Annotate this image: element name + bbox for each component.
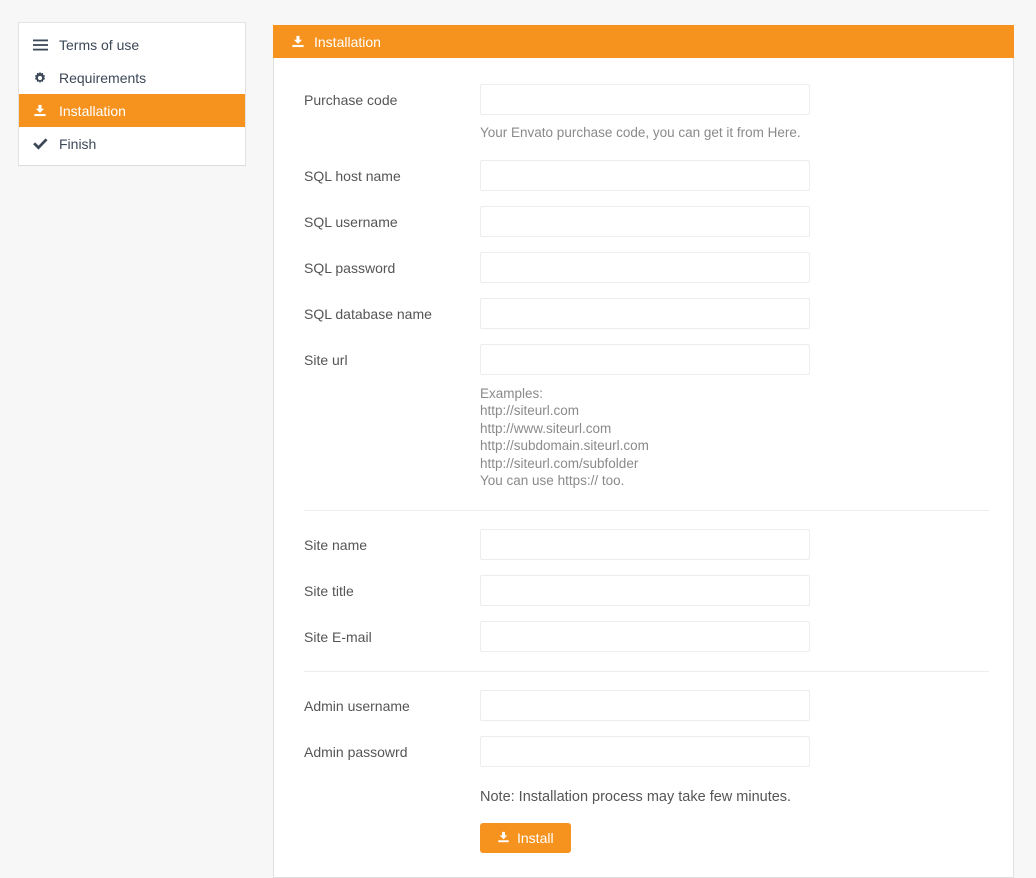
field-row-site-name: Site name [304, 529, 989, 560]
panel-header: Installation [273, 25, 1014, 58]
site-title-label: Site title [304, 575, 480, 600]
field-row-sql-database: SQL database name [304, 298, 989, 329]
hamburger-icon [33, 39, 50, 51]
sql-host-label: SQL host name [304, 160, 480, 185]
sql-host-input[interactable] [480, 160, 810, 191]
field-row-sql-host: SQL host name [304, 160, 989, 191]
download-icon [33, 104, 50, 118]
installation-panel: Installation Purchase code Your Envato p… [273, 26, 1014, 878]
field-row-site-url: Site url Examples: http://siteurl.com ht… [304, 344, 989, 490]
sql-username-input[interactable] [480, 206, 810, 237]
example-line: http://www.siteurl.com [480, 420, 810, 438]
site-name-input[interactable] [480, 529, 810, 560]
purchase-code-input[interactable] [480, 84, 810, 115]
purchase-code-help: Your Envato purchase code, you can get i… [480, 124, 810, 142]
site-url-input[interactable] [480, 344, 810, 375]
examples-title: Examples: [480, 385, 810, 403]
sql-database-input[interactable] [480, 298, 810, 329]
section-divider-admin [304, 671, 989, 672]
install-note-row: Note: Installation process may take few … [304, 789, 989, 805]
field-row-sql-username: SQL username [304, 206, 989, 237]
field-row-sql-password: SQL password [304, 252, 989, 283]
sidebar-item-terms-of-use[interactable]: Terms of use [19, 28, 245, 61]
sidebar-item-label: Finish [59, 136, 96, 152]
panel-title: Installation [314, 34, 381, 50]
sidebar-item-requirements[interactable]: Requirements [19, 61, 245, 94]
field-row-admin-username: Admin username [304, 690, 989, 721]
purchase-code-label: Purchase code [304, 84, 480, 109]
install-note: Note: Installation process may take few … [480, 789, 791, 805]
field-row-admin-password: Admin passowrd [304, 736, 989, 767]
admin-username-input[interactable] [480, 690, 810, 721]
check-icon [33, 138, 50, 150]
button-spacer [304, 823, 480, 853]
site-email-label: Site E-mail [304, 621, 480, 646]
example-line: You can use https:// too. [480, 472, 810, 490]
sidebar-item-label: Requirements [59, 70, 146, 86]
sql-database-label: SQL database name [304, 298, 480, 323]
sql-username-label: SQL username [304, 206, 480, 231]
section-divider-site [304, 510, 989, 511]
install-button-label: Install [517, 831, 554, 845]
gear-icon [33, 71, 50, 85]
example-line: http://siteurl.com/subfolder [480, 455, 810, 473]
site-name-label: Site name [304, 529, 480, 554]
example-line: http://siteurl.com [480, 402, 810, 420]
install-button[interactable]: Install [480, 823, 571, 853]
sidebar-item-label: Terms of use [59, 37, 139, 53]
site-title-input[interactable] [480, 575, 810, 606]
admin-password-input[interactable] [480, 736, 810, 767]
download-icon [497, 831, 510, 844]
download-icon [291, 35, 305, 49]
field-row-site-title: Site title [304, 575, 989, 606]
sql-password-label: SQL password [304, 252, 480, 277]
admin-username-label: Admin username [304, 690, 480, 715]
site-url-label: Site url [304, 344, 480, 369]
install-button-row: Install [304, 823, 989, 853]
installer-page: Terms of use Requirements Installation [0, 0, 1036, 870]
wizard-steps-sidebar: Terms of use Requirements Installation [18, 22, 246, 166]
note-spacer [304, 789, 480, 805]
example-line: http://subdomain.siteurl.com [480, 437, 810, 455]
site-url-examples: Examples: http://siteurl.com http://www.… [480, 385, 810, 490]
sidebar-item-label: Installation [59, 103, 126, 119]
sql-password-input[interactable] [480, 252, 810, 283]
field-row-purchase-code: Purchase code Your Envato purchase code,… [304, 84, 989, 142]
sidebar-item-installation[interactable]: Installation [19, 94, 245, 127]
sidebar-item-finish[interactable]: Finish [19, 127, 245, 160]
admin-password-label: Admin passowrd [304, 736, 480, 761]
site-email-input[interactable] [480, 621, 810, 652]
installation-form: Purchase code Your Envato purchase code,… [274, 58, 1013, 853]
field-row-site-email: Site E-mail [304, 621, 989, 652]
